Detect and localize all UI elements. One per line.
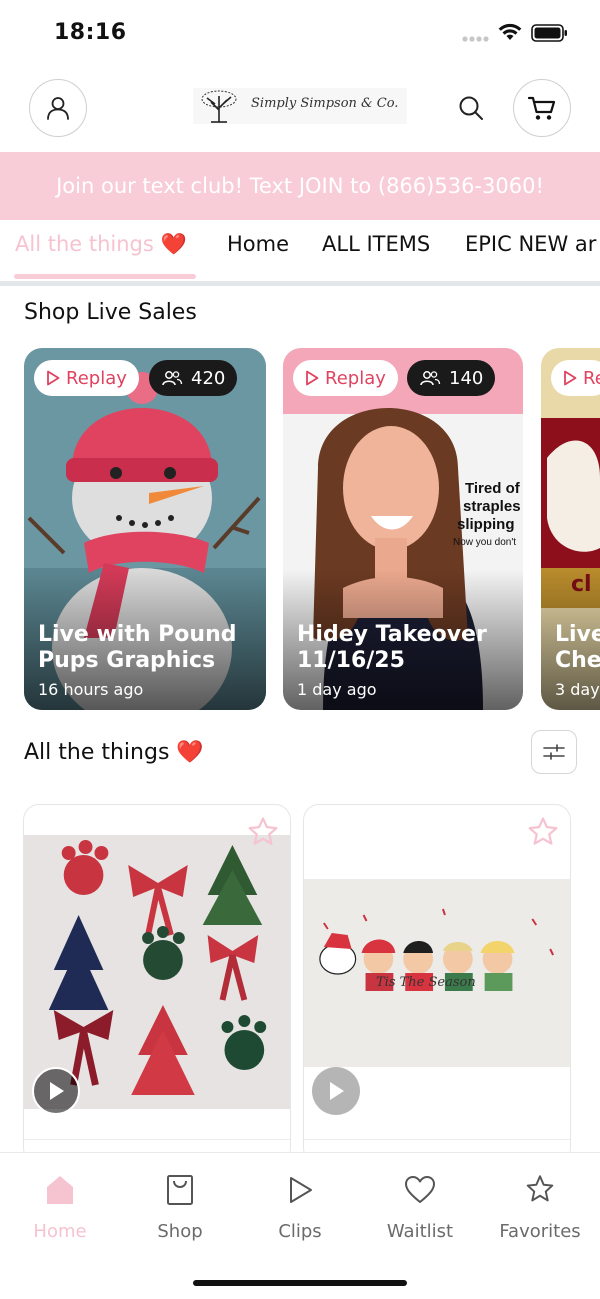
logo-text: Simply Simpson & Co. [251,96,399,111]
overlay-line: straples [463,498,521,515]
viewers-icon [420,371,441,386]
live-card-title: Hidey Takeover 11/16/25 [297,622,487,673]
play-icon [50,1082,64,1100]
tab-home[interactable]: Home [227,232,289,256]
tabs-divider [0,281,600,286]
nav-waitlist-label: Waitlist [386,1221,454,1242]
filter-button[interactable] [531,730,577,774]
nav-home[interactable]: Home [0,1173,120,1242]
product-card[interactable]: Tis The Season [303,804,571,1164]
tab-epic-new-arrivals[interactable]: EPIC NEW ar [465,232,596,256]
promo-banner[interactable]: Join our text club! Text JOIN to (866)53… [0,152,600,220]
viewers-badge: 140 [407,360,496,396]
bottom-nav: Home Shop Clips Waitlist Favorites [0,1152,600,1299]
brand-logo[interactable]: Simply Simpson & Co. [193,88,407,124]
play-outline-icon [306,370,319,386]
viewers-count: 420 [191,367,226,389]
live-card-time: 1 day ago [297,680,377,699]
star-icon [526,1175,554,1202]
live-card-time: 16 hours ago [38,680,144,699]
nav-clips-label: Clips [278,1221,322,1242]
home-icon [47,1176,73,1204]
sliders-icon [543,744,565,760]
live-sales-title: Shop Live Sales [24,300,197,325]
user-icon [47,97,69,120]
shopping-bag-icon [167,1175,193,1205]
cart-icon [527,96,556,120]
wifi-icon [498,23,522,40]
status-time: 18:16 [54,20,127,45]
thumbnail-overlay-text: Tired of straples slipping Now you don't [453,480,521,552]
replay-label: Replay [325,367,386,389]
replay-label: Re [583,367,600,389]
live-card-title: Live with Pound Pups Graphics [38,622,237,673]
star-outline-icon[interactable] [246,815,280,849]
tab-all-items[interactable]: ALL ITEMS [322,232,430,256]
overlay-line: slipping [457,516,515,533]
search-icon[interactable] [457,94,485,122]
live-card-title: Live Che [555,622,600,673]
star-outline-icon[interactable] [526,815,560,849]
product-card[interactable] [23,804,291,1164]
category-tabs: All the things ❤️ Home ALL ITEMS EPIC NE… [0,220,600,284]
nav-favorites-label: Favorites [499,1221,581,1242]
live-sale-card[interactable]: cl Re Live Che 3 days [541,348,600,710]
card-divider [304,1139,570,1140]
shirt-print-text: Tis The Season [376,975,476,990]
play-outline-icon [290,1177,312,1203]
overlay-line: Tired of [465,480,520,497]
product-video-button[interactable] [312,1067,360,1115]
product-image-peanuts-shirt [304,879,570,1067]
cart-button[interactable] [513,79,571,137]
viewers-count: 140 [449,367,484,389]
status-bar: 18:16 [0,0,600,64]
overlay-line: Now you don't [453,537,517,548]
product-video-button[interactable] [32,1067,80,1115]
replay-badge: Replay [293,360,398,396]
card-divider [24,1139,290,1140]
nav-shop-label: Shop [157,1221,203,1242]
account-button[interactable] [29,79,87,137]
battery-icon [531,24,567,42]
viewers-icon [162,371,183,386]
heart-icon [405,1176,435,1203]
products-section-title: All the things ❤️ [24,740,204,765]
play-outline-icon [47,370,60,386]
app-header: Simply Simpson & Co. [0,64,600,152]
tab-all-the-things[interactable]: All the things ❤️ [15,232,187,257]
nav-home-label: Home [33,1221,87,1242]
play-outline-icon [564,370,577,386]
live-sale-card[interactable]: Tired of straples slipping Now you don't… [283,348,523,710]
nav-clips[interactable]: Clips [240,1173,360,1242]
viewers-badge: 420 [149,360,238,396]
replay-badge: Re [551,360,600,396]
play-icon [330,1082,344,1100]
replay-badge: Replay [34,360,139,396]
live-card-time: 3 days [555,680,600,699]
home-indicator [193,1280,407,1286]
replay-label: Replay [66,367,127,389]
nav-favorites[interactable]: Favorites [480,1173,600,1242]
tree-logo-icon [201,90,237,123]
active-tab-indicator [14,274,196,279]
nav-shop[interactable]: Shop [120,1173,240,1242]
signal-dots-icon [462,36,489,42]
nav-waitlist[interactable]: Waitlist [360,1173,480,1242]
live-sale-card[interactable]: Replay 420 Live with Pound Pups Graphics… [24,348,266,710]
